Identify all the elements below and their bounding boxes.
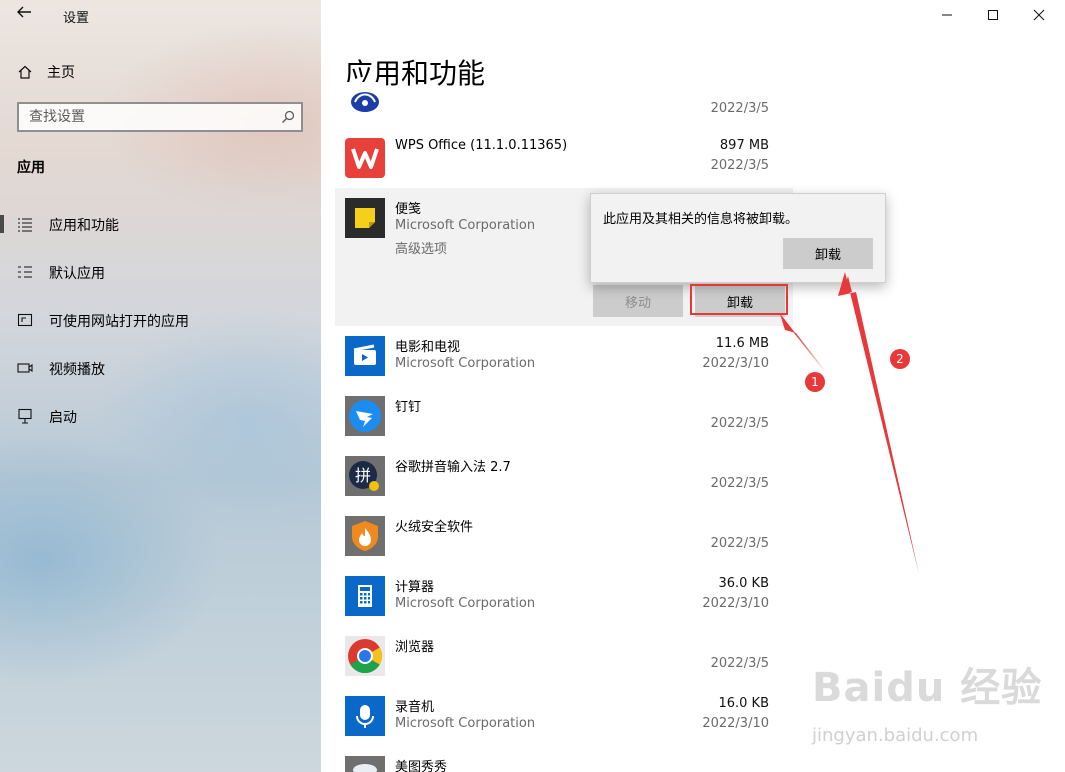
sticky-notes-icon (345, 198, 385, 238)
app-name: 钉钉 (395, 400, 422, 415)
app-name: WPS Office (11.1.0.11365) (395, 138, 568, 153)
confirm-uninstall-button[interactable]: 卸载 (783, 238, 873, 269)
step-badge-1: 1 (805, 372, 825, 392)
advanced-options-link[interactable]: 高级选项 (395, 238, 447, 257)
voice-recorder-icon (345, 696, 385, 736)
app-date: 2022/3/10 (702, 356, 769, 371)
sidebar-item-label: 应用和功能 (49, 218, 119, 234)
app-size: 36.0 KB (718, 576, 769, 591)
search-icon[interactable] (281, 110, 295, 124)
watermark-brand: Baidu 经验 (812, 665, 1043, 711)
app-list-item[interactable]: 美图秀秀 (335, 746, 793, 772)
app-date: 2022/3/5 (710, 416, 769, 431)
app-list-item[interactable]: 计算器 Microsoft Corporation 36.0 KB 2022/3… (335, 566, 793, 626)
app-list-item[interactable]: 录音机 Microsoft Corporation 16.0 KB 2022/3… (335, 686, 793, 746)
calculator-icon (345, 576, 385, 616)
maximize-icon (988, 10, 998, 20)
app-size: 11.6 MB (715, 336, 769, 351)
sidebar-item-label: 视频播放 (49, 362, 105, 378)
web-apps-icon (17, 313, 33, 327)
video-icon (17, 363, 33, 373)
app-name: 录音机 (395, 700, 435, 715)
default-apps-icon (18, 266, 32, 278)
watermark-url: jingyan.baidu.com (812, 725, 979, 746)
search-box[interactable] (17, 102, 303, 132)
app-list-item[interactable]: WPS Office (11.1.0.11365) 897 MB 2022/3/… (335, 128, 793, 188)
dingtalk-icon (345, 396, 385, 436)
sidebar: 设置 主页 应用 应用和功能 默认应用 可使用网站打开的应用 (0, 0, 321, 772)
home-link[interactable]: 主页 (17, 62, 75, 82)
baidu-watermark: Baidu 经验 jingyan.baidu.com (812, 655, 1062, 770)
app-name: 电影和电视 (395, 340, 461, 355)
selection-indicator (0, 215, 4, 233)
home-label: 主页 (47, 65, 75, 81)
sidebar-item-video[interactable]: 视频播放 (0, 348, 321, 388)
sidebar-item-label: 可使用网站打开的应用 (49, 314, 189, 330)
sidebar-item-web-apps[interactable]: 可使用网站打开的应用 (0, 300, 321, 340)
app-date: 2022/3/5 (710, 101, 769, 116)
back-arrow-icon[interactable] (16, 4, 32, 25)
startup-icon (18, 408, 32, 424)
huorong-icon (345, 516, 385, 556)
step-badge-2: 2 (890, 349, 910, 369)
app-name: 计算器 (395, 580, 435, 595)
sidebar-item-label: 默认应用 (49, 266, 105, 282)
app-date: 2022/3/10 (702, 596, 769, 611)
chrome-icon (345, 636, 385, 676)
section-title: 应用 (17, 160, 45, 176)
app-list-item[interactable]: 电影和电视 Microsoft Corporation 11.6 MB 2022… (335, 326, 793, 386)
minimize-icon (942, 14, 952, 16)
uninstall-confirm-flyout: 此应用及其相关的信息将被卸载。 卸载 (590, 193, 886, 283)
app-list-item[interactable]: 浏览器 2022/3/5 (335, 626, 793, 686)
app-name: 便笺 (395, 202, 422, 217)
flyout-message: 此应用及其相关的信息将被卸载。 (603, 212, 799, 227)
close-icon (1033, 9, 1045, 21)
minimize-button[interactable] (924, 0, 970, 30)
close-button[interactable] (1016, 0, 1062, 30)
google-pinyin-icon: 拼 (345, 456, 385, 496)
app-size: 897 MB (719, 138, 769, 153)
app-date: 2022/3/5 (710, 656, 769, 671)
app-date: 2022/3/5 (710, 158, 769, 173)
sidebar-item-default-apps[interactable]: 默认应用 (0, 252, 321, 292)
search-input[interactable] (19, 104, 269, 130)
app-name: 火绒安全软件 (395, 520, 474, 535)
highlight-box (690, 284, 788, 315)
app-publisher: Microsoft Corporation (395, 596, 536, 611)
sidebar-item-apps-features[interactable]: 应用和功能 (0, 204, 321, 244)
window-title: 设置 (63, 11, 90, 26)
maximize-button[interactable] (970, 0, 1016, 30)
app-publisher: Microsoft Corporation (395, 716, 536, 731)
move-button[interactable]: 移动 (593, 285, 683, 317)
app-date: 2022/3/5 (710, 476, 769, 491)
app-name: 谷歌拼音输入法 2.7 (395, 460, 511, 475)
sidebar-item-label: 启动 (49, 410, 77, 426)
app-name: 美图秀秀 (395, 760, 448, 772)
partial-app-icon (345, 82, 385, 116)
home-icon (18, 65, 32, 79)
apps-list-icon (18, 218, 32, 232)
app-date: 2022/3/5 (710, 536, 769, 551)
app-list-item[interactable]: 钉钉 2022/3/5 (335, 386, 793, 446)
app-list-item[interactable]: 拼 谷歌拼音输入法 2.7 2022/3/5 (335, 446, 793, 506)
sidebar-item-startup[interactable]: 启动 (0, 396, 321, 436)
svg-text:拼: 拼 (355, 466, 371, 485)
app-date: 2022/3/10 (702, 716, 769, 731)
movies-tv-icon (345, 336, 385, 376)
wps-icon (345, 138, 385, 178)
app-publisher: Microsoft Corporation (395, 218, 536, 233)
app-list-item[interactable]: 火绒安全软件 2022/3/5 (335, 506, 793, 566)
app-publisher: Microsoft Corporation (395, 356, 536, 371)
app-name: 浏览器 (395, 640, 435, 655)
meitu-icon (345, 756, 385, 772)
app-size: 16.0 KB (718, 696, 769, 711)
